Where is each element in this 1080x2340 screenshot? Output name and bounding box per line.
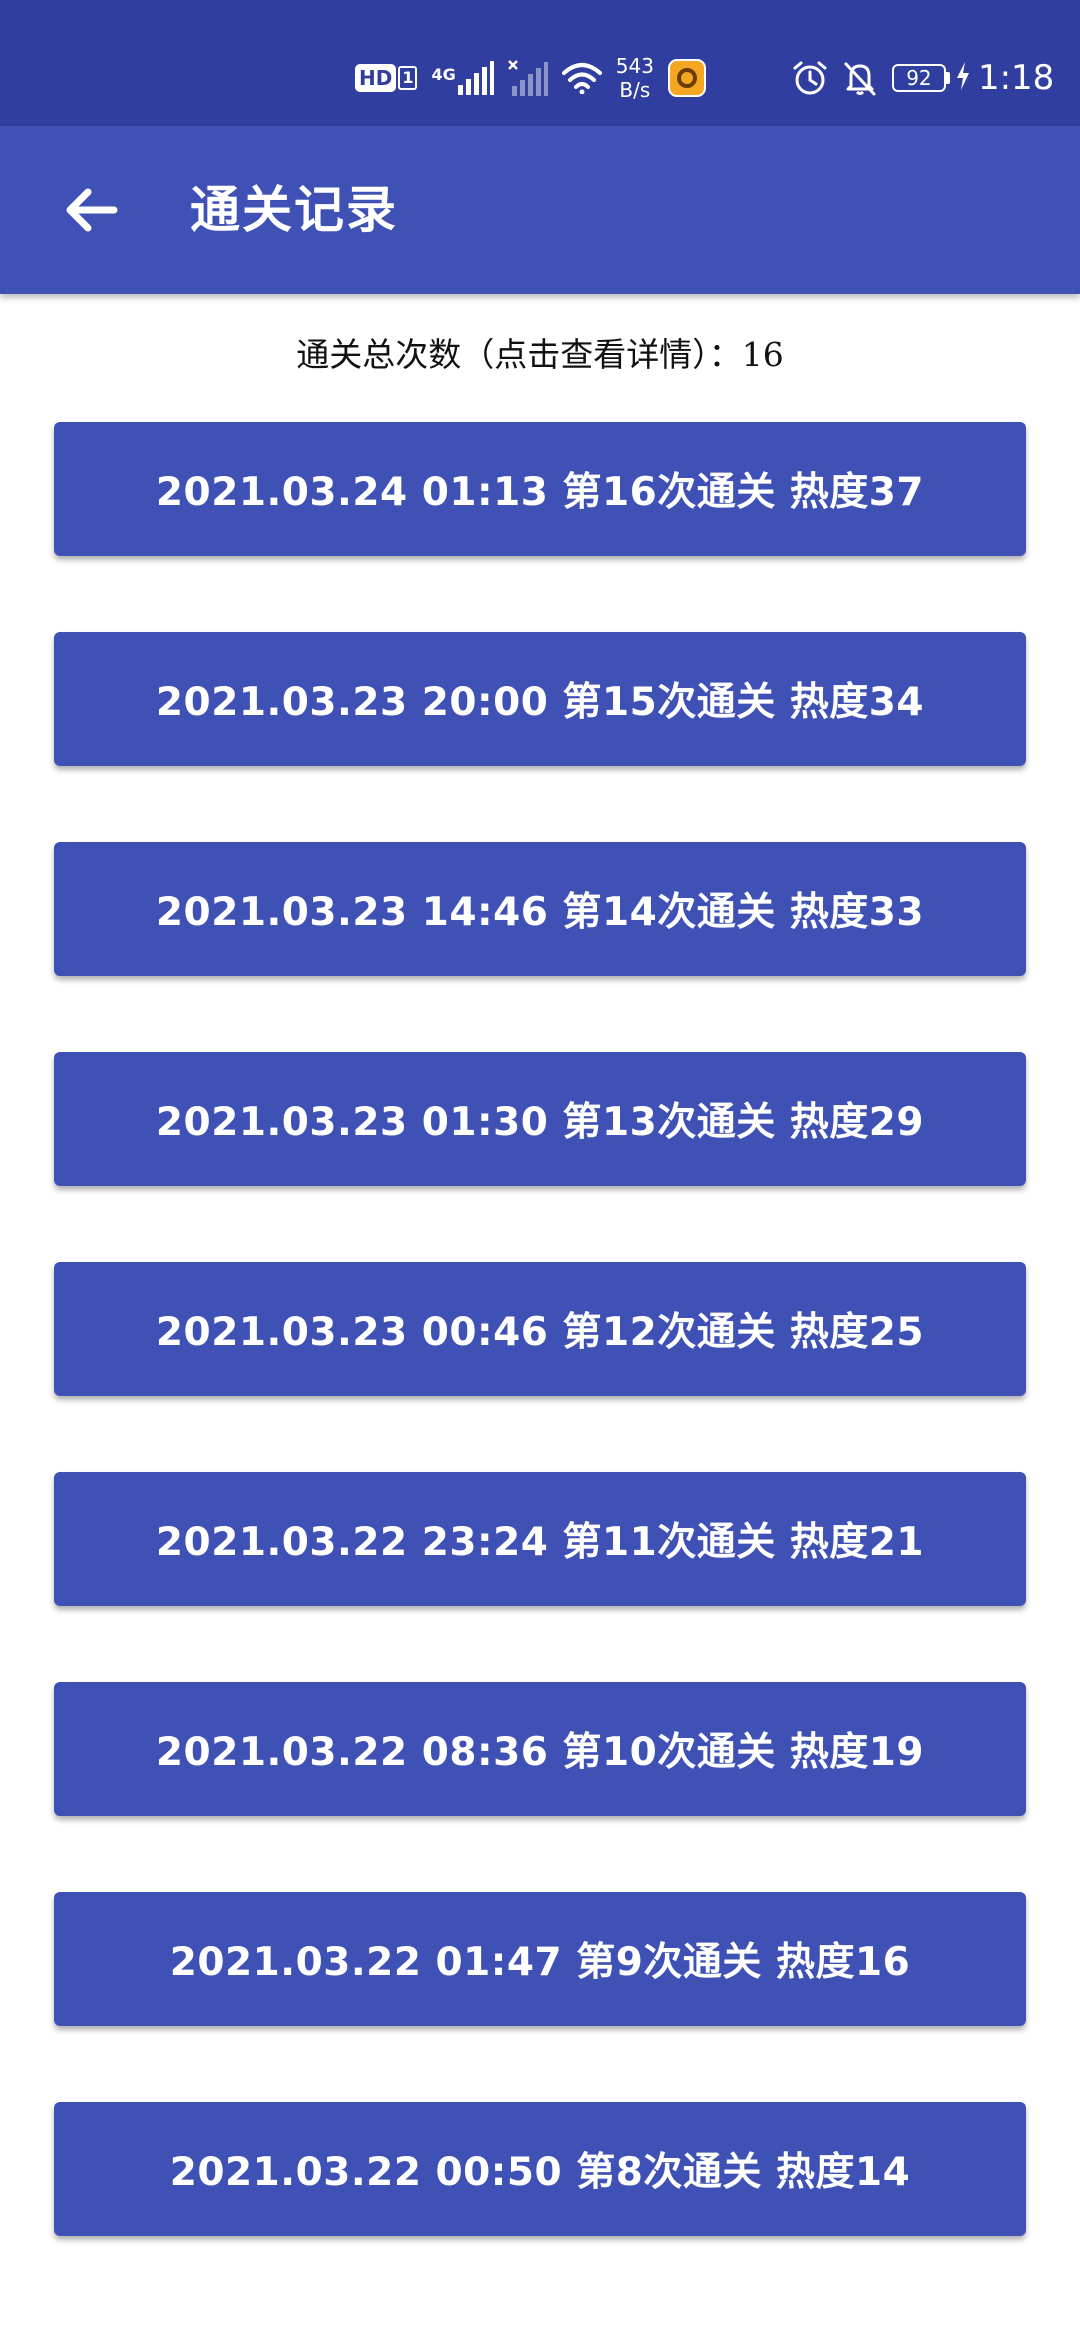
- record-button[interactable]: 2021.03.23 00:46 第12次通关 热度25: [54, 1262, 1026, 1396]
- hd-sim-label: 1: [398, 66, 418, 90]
- app-notification-icon: [667, 59, 706, 97]
- record-button[interactable]: 2021.03.23 14:46 第14次通关 热度33: [54, 842, 1026, 976]
- status-icons: HD 1 4G 543 B/s 92 1:18: [355, 50, 1054, 106]
- hd-label: HD: [355, 64, 397, 92]
- record-button[interactable]: 2021.03.23 20:00 第15次通关 热度34: [54, 632, 1026, 766]
- battery-icon: 92: [891, 64, 950, 92]
- back-button[interactable]: [56, 176, 124, 244]
- charging-icon: [956, 62, 970, 94]
- status-bar: HD 1 4G 543 B/s 92 1:18: [0, 0, 1080, 126]
- network-speed: 543 B/s: [616, 54, 654, 102]
- page-title: 通关记录: [190, 181, 398, 239]
- record-button[interactable]: 2021.03.23 01:30 第13次通关 热度29: [54, 1052, 1026, 1186]
- total-clears-summary[interactable]: 通关总次数（点击查看详情）：16: [0, 325, 1080, 385]
- record-button[interactable]: 2021.03.22 00:50 第8次通关 热度14: [54, 2102, 1026, 2236]
- record-list: 2021.03.24 01:13 第16次通关 热度37 2021.03.23 2…: [54, 422, 1026, 2312]
- speed-unit: B/s: [619, 78, 651, 102]
- record-button[interactable]: 2021.03.24 01:13 第16次通关 热度37: [54, 422, 1026, 556]
- speed-value: 543: [615, 54, 654, 78]
- record-button[interactable]: 2021.03.22 23:24 第11次通关 热度21: [54, 1472, 1026, 1606]
- arrow-left-icon: [66, 188, 118, 232]
- record-button[interactable]: 2021.03.22 01:47 第9次通关 热度16: [54, 1892, 1026, 2026]
- record-button[interactable]: 2021.03.22 08:36 第10次通关 热度19: [54, 1682, 1026, 1816]
- battery-level: 92: [891, 64, 946, 92]
- network-label: 4G: [431, 65, 456, 84]
- hd-icon: HD 1: [355, 64, 418, 92]
- signal-icon: 4G: [431, 61, 494, 95]
- mute-icon: [842, 60, 878, 96]
- wifi-icon: [561, 62, 602, 94]
- clock: 1:18: [977, 58, 1055, 98]
- no-signal-icon: [507, 60, 548, 96]
- app-bar: 通关记录: [0, 126, 1080, 294]
- alarm-icon: [792, 60, 828, 96]
